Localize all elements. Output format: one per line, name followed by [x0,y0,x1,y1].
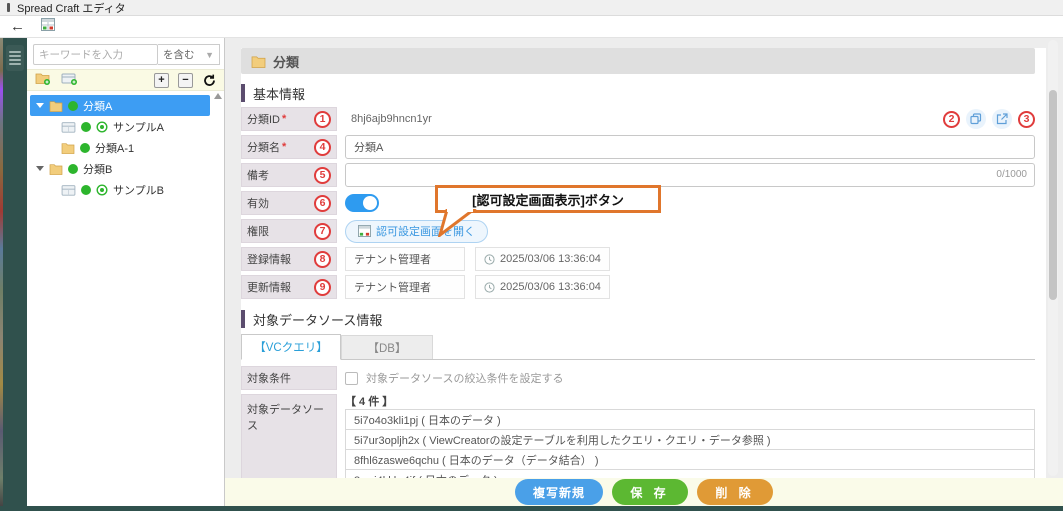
required-mark: * [282,141,286,153]
updated-user: テナント管理者 [345,275,465,299]
tree-node-category-a[interactable]: 分類A [30,95,210,116]
enabled-toggle[interactable] [345,194,379,212]
caret-down-icon[interactable] [36,103,44,108]
status-dot-icon [81,122,91,132]
tree-node-sample-a[interactable]: サンプルA [30,116,210,137]
search-input[interactable] [33,44,158,65]
step-number-6: 6 [314,195,331,212]
page-title: 分類 [273,52,299,71]
char-counter: 0/1000 [996,169,1027,180]
datasource-item[interactable]: 5i7ur3opljh2x ( ViewCreatorの設定テーブルを利用したク… [345,429,1035,450]
folder-icon [61,142,75,154]
copy-icon [970,113,982,125]
tree-scroll-up-icon[interactable] [214,93,222,99]
status-dot-icon [68,164,78,174]
match-type-select[interactable]: を含む ▼ [158,44,220,65]
remarks-input[interactable] [345,163,1035,187]
collapsed-sidebar [3,38,27,506]
step-number-1: 1 [314,111,331,128]
external-link-icon [996,113,1008,125]
back-button[interactable]: ← [10,19,25,34]
registered-timestamp: 2025/03/06 13:36:04 [475,247,610,271]
field-row-category-name: 分類名* 4 [241,135,1035,159]
add-folder-button[interactable] [35,71,51,90]
step-number-8: 8 [314,251,331,268]
step-number-9: 9 [314,279,331,296]
target-ring-icon [96,184,108,196]
category-id-value: 8hj6ajb9hncn1yr [345,113,432,125]
folder-icon [49,163,63,175]
datasource-item[interactable]: 5i7o4o3kli1pj ( 日本のデータ ) [345,409,1035,430]
field-row-target-datasource: 対象データソース 【 4 件 】 5i7o4o3kli1pj ( 日本のデータ … [241,394,1035,478]
step-number-2: 2 [943,111,960,128]
datasource-tabbar: 【VCクエリ】 【DB】 [241,334,1035,360]
field-row-updated: 更新情報 9 テナント管理者 2025/03/06 13:36:04 [241,275,1035,299]
chevron-down-icon: ▼ [205,50,214,60]
main-scrollbar-thumb[interactable] [1049,90,1057,300]
page-title-bar: 分類 [241,48,1035,74]
field-row-category-id: 分類ID* 1 8hj6ajb9hncn1yr 2 [241,107,1035,131]
step-number-4: 4 [314,139,331,156]
step-number-3: 3 [1018,111,1035,128]
menu-hamburger-icon[interactable] [6,45,24,71]
annotation-callout-tail [437,209,477,237]
sheet-icon [61,184,76,196]
action-footer: 複写新規 保 存 削 除 [225,478,1063,506]
status-dot-icon [68,101,78,111]
field-row-registered: 登録情報 8 テナント管理者 2025/03/06 13:36:04 [241,247,1035,271]
registered-user: テナント管理者 [345,247,465,271]
delete-button[interactable]: 削 除 [697,479,773,505]
window-title: Spread Craft エディタ [17,0,126,16]
tree-toolbar: + − [27,69,224,91]
condition-checkbox[interactable] [345,372,358,385]
field-row-permission: 権限 7 認可設定画面を開く [241,219,1035,243]
field-row-target-condition: 対象条件 対象データソースの絞込条件を設定する [241,366,1035,390]
clock-icon [484,282,495,293]
category-tree-panel: を含む ▼ + − [27,38,225,506]
status-dot-icon [80,143,90,153]
category-detail-panel: 分類 基本情報 分類ID* 1 8hj6ajb9hncn1yr 2 [241,48,1046,478]
copy-id-button[interactable] [966,109,986,129]
tab-vc-query[interactable]: 【VCクエリ】 [241,334,341,360]
datasource-item[interactable]: 8fhl6zaswe6qchu ( 日本のデータ（データ結合） ) [345,449,1035,470]
add-sheet-button[interactable] [61,71,78,90]
tree-node-sample-b[interactable]: サンプルB [30,179,210,200]
sheet-icon [61,121,76,133]
category-name-input[interactable] [345,135,1035,159]
target-ring-icon [96,121,108,133]
condition-checkbox-label: 対象データソースの絞込条件を設定する [366,370,563,386]
updated-timestamp: 2025/03/06 13:36:04 [475,275,610,299]
section-basic-info: 基本情報 [241,84,1035,102]
tree-node-category-b[interactable]: 分類B [30,158,210,179]
caret-down-icon[interactable] [36,166,44,171]
datasource-item[interactable]: 8wnj4kkhr4jf ( 日本のデータ ) [345,469,1035,478]
tree-body: 分類A サンプルA 分類A-1 [27,91,224,200]
clock-icon [484,254,495,265]
folder-icon [49,100,63,112]
expand-all-button[interactable]: + [154,73,169,88]
refresh-icon[interactable] [203,74,216,87]
app-mark-icon [7,3,10,12]
tab-db[interactable]: 【DB】 [341,335,433,359]
step-number-5: 5 [314,167,331,184]
status-dot-icon [81,185,91,195]
spreadsheet-app-icon[interactable] [41,18,55,36]
folder-icon [251,55,266,68]
open-external-button[interactable] [992,109,1012,129]
save-button[interactable]: 保 存 [612,479,688,505]
bottom-bar [0,506,1063,511]
collapse-all-button[interactable]: − [178,73,193,88]
copy-new-button[interactable]: 複写新規 [515,479,603,505]
required-mark: * [282,113,286,125]
datasource-count: 【 4 件 】 [345,394,1035,410]
tree-node-category-a-1[interactable]: 分類A-1 [30,137,210,158]
step-number-7: 7 [314,223,331,240]
section-datasource-info: 対象データソース情報 [241,310,1035,328]
window-title-bar: Spread Craft エディタ [0,0,1063,16]
main-scrollbar[interactable] [1048,40,1058,476]
field-row-remarks: 備考 5 0/1000 [241,163,1035,187]
top-toolbar: ← [0,16,1063,38]
spreadsheet-app-icon [358,225,371,237]
